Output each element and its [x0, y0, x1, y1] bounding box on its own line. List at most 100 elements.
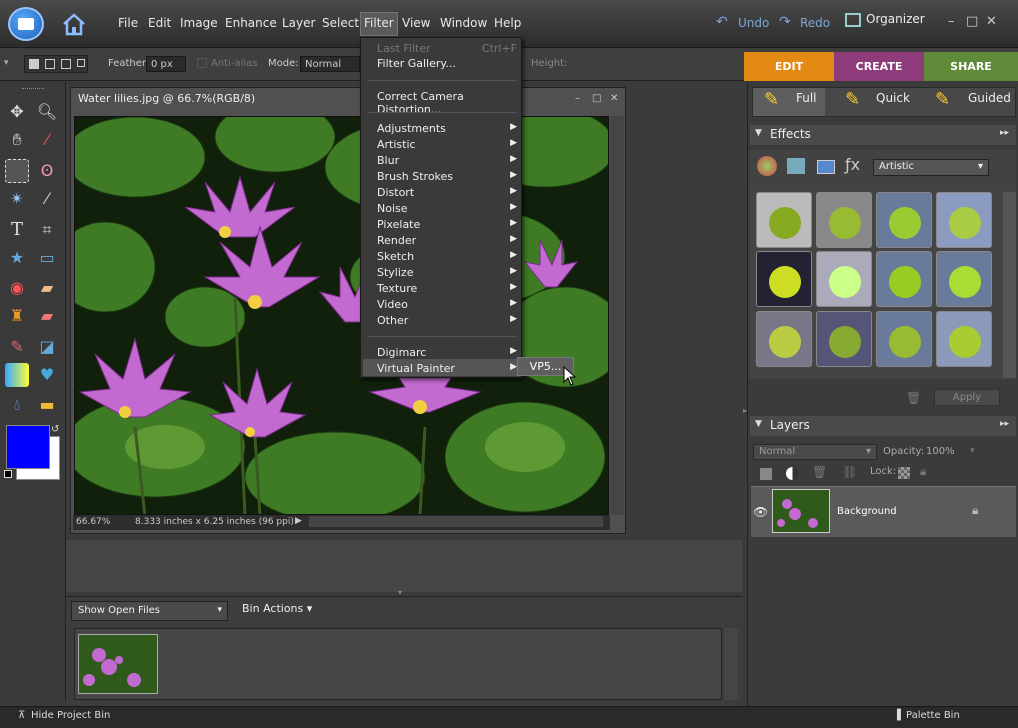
- menu-filter[interactable]: Filter: [360, 12, 398, 36]
- move-tool-icon[interactable]: ✥: [5, 100, 29, 124]
- apply-button[interactable]: Apply: [934, 389, 1000, 406]
- brush-tool-icon[interactable]: ✎: [5, 335, 29, 359]
- effect-thumbnail[interactable]: [876, 311, 932, 367]
- blur-tool-icon[interactable]: 💧︎: [5, 393, 29, 417]
- effects-category-select[interactable]: Artistic ▾: [873, 159, 989, 176]
- sponge-tool-icon[interactable]: ▬: [35, 393, 59, 417]
- tab-guided[interactable]: Guided: [968, 91, 1011, 105]
- quick-selection-tool-icon[interactable]: ⁄: [35, 187, 59, 211]
- doc-minimize-button[interactable]: –: [575, 93, 580, 104]
- bin-actions-menu[interactable]: Bin Actions ▾: [242, 602, 312, 615]
- doc-maximize-button[interactable]: □: [592, 93, 601, 104]
- delete-layer-icon[interactable]: 🗑︎: [812, 465, 827, 479]
- home-icon[interactable]: [58, 10, 90, 38]
- foreground-color-swatch[interactable]: [6, 425, 50, 469]
- red-eye-tool-icon[interactable]: ◉: [5, 276, 29, 300]
- effect-thumbnail[interactable]: [876, 251, 932, 307]
- blend-mode-select[interactable]: Normal ▾: [753, 444, 877, 460]
- menu-item-filter-gallery[interactable]: Filter Gallery...: [377, 57, 517, 70]
- menu-select[interactable]: Select: [319, 16, 362, 30]
- selection-mode-buttons[interactable]: [24, 55, 88, 73]
- cookie-cutter-tool-icon[interactable]: ★: [5, 246, 29, 270]
- collapse-triangle-icon[interactable]: ▼: [755, 128, 762, 138]
- menu-item-video[interactable]: Video ▶: [377, 298, 517, 311]
- minimize-button[interactable]: –: [948, 14, 955, 29]
- paint-bucket-tool-icon[interactable]: ◪: [35, 335, 59, 359]
- default-colors-icon[interactable]: [4, 470, 12, 478]
- image-canvas[interactable]: [74, 116, 609, 515]
- chevron-down-icon[interactable]: ▾: [970, 446, 975, 456]
- menu-item-noise[interactable]: Noise ▶: [377, 202, 517, 215]
- hand-tool-icon[interactable]: ✋︎: [5, 128, 29, 152]
- eraser-tool-icon[interactable]: ▰: [35, 304, 59, 328]
- effect-thumbnail[interactable]: [936, 251, 992, 307]
- type-tool-icon[interactable]: T: [5, 218, 29, 242]
- gradient-tool-icon[interactable]: [5, 363, 29, 387]
- bin-thumbnail[interactable]: [78, 634, 158, 694]
- effects-scrollbar[interactable]: [1003, 192, 1016, 378]
- trash-icon[interactable]: 🗑︎: [906, 391, 921, 405]
- marquee-tool-icon[interactable]: [5, 159, 29, 183]
- close-button[interactable]: ✕: [986, 14, 997, 29]
- effects-panel-header[interactable]: Effects: [750, 125, 1016, 145]
- filters-icon[interactable]: [757, 156, 777, 176]
- effect-thumbnail[interactable]: [756, 311, 812, 367]
- toolbox-grip[interactable]: [22, 88, 44, 89]
- menu-item-last-filter[interactable]: Last Filter Ctrl+F: [377, 42, 517, 55]
- photo-effects-icon[interactable]: [817, 160, 835, 174]
- effect-thumbnail[interactable]: [936, 192, 992, 248]
- eyedropper-tool-icon[interactable]: ⁄: [35, 128, 59, 152]
- panel-collapse-handle[interactable]: ▸: [743, 406, 747, 415]
- palette-bin-button[interactable]: Palette Bin: [906, 710, 960, 721]
- effect-thumbnail[interactable]: [816, 192, 872, 248]
- menu-item-pixelate[interactable]: Pixelate ▶: [377, 218, 517, 231]
- show-open-files-dropdown[interactable]: Show Open Files ▾: [71, 601, 228, 621]
- effect-thumbnail[interactable]: [756, 192, 812, 248]
- canvas-vertical-scrollbar[interactable]: [610, 116, 624, 515]
- menu-item-brush-strokes[interactable]: Brush Strokes ▶: [377, 170, 517, 183]
- tool-preset-chevron-icon[interactable]: ▾: [4, 58, 9, 68]
- zoom-tool-icon[interactable]: 🔍︎: [35, 100, 59, 124]
- doc-close-button[interactable]: ✕: [610, 93, 618, 104]
- tab-edit[interactable]: EDIT: [744, 52, 834, 81]
- menu-item-distort[interactable]: Distort ▶: [377, 186, 517, 199]
- swap-colors-icon[interactable]: ↺: [51, 424, 59, 435]
- feather-input[interactable]: 0 px: [146, 56, 186, 72]
- maximize-button[interactable]: □: [966, 14, 978, 29]
- healing-brush-tool-icon[interactable]: ▰: [35, 276, 59, 300]
- lasso-tool-icon[interactable]: ʘ: [35, 159, 59, 183]
- effect-thumbnail[interactable]: [936, 311, 992, 367]
- tab-full[interactable]: Full: [796, 91, 817, 105]
- layer-styles-icon[interactable]: [787, 158, 805, 174]
- eye-visibility-icon[interactable]: 👁︎: [753, 505, 768, 519]
- panel-menu-icon[interactable]: ▸▸: [1000, 419, 1009, 429]
- layer-name[interactable]: Background: [837, 506, 897, 517]
- magic-wand-tool-icon[interactable]: ✴: [5, 187, 29, 211]
- link-layers-icon[interactable]: ⛓︎: [842, 465, 857, 479]
- menu-item-sketch[interactable]: Sketch ▶: [377, 250, 517, 263]
- tab-quick[interactable]: Quick: [876, 91, 910, 105]
- antialias-checkbox[interactable]: [197, 58, 207, 68]
- crop-tool-icon[interactable]: ⌗: [35, 218, 59, 242]
- shape-tool-icon[interactable]: ♥: [35, 363, 59, 387]
- effect-thumbnail[interactable]: [876, 192, 932, 248]
- bin-scrollbar[interactable]: [724, 628, 738, 700]
- adjustment-layer-icon[interactable]: [786, 467, 799, 480]
- organizer-button[interactable]: Organizer: [845, 12, 925, 34]
- menu-item-render[interactable]: Render ▶: [377, 234, 517, 247]
- menu-image[interactable]: Image: [177, 16, 221, 30]
- add-selection-icon[interactable]: [45, 59, 55, 69]
- effect-thumbnail[interactable]: [816, 311, 872, 367]
- status-menu-arrow-icon[interactable]: ▶: [295, 516, 302, 526]
- menu-layer[interactable]: Layer: [279, 16, 318, 30]
- menu-enhance[interactable]: Enhance: [222, 16, 280, 30]
- straighten-tool-icon[interactable]: ▭: [35, 246, 59, 270]
- menu-view[interactable]: View: [399, 16, 433, 30]
- intersect-selection-icon[interactable]: [77, 59, 85, 67]
- canvas-horizontal-scrollbar[interactable]: [309, 516, 603, 527]
- menu-item-adjustments[interactable]: Adjustments ▶: [377, 122, 517, 135]
- layers-panel-header[interactable]: Layers: [750, 416, 1016, 436]
- opacity-value[interactable]: 100%: [926, 446, 955, 457]
- menu-help[interactable]: Help: [491, 16, 524, 30]
- menu-item-texture[interactable]: Texture ▶: [377, 282, 517, 295]
